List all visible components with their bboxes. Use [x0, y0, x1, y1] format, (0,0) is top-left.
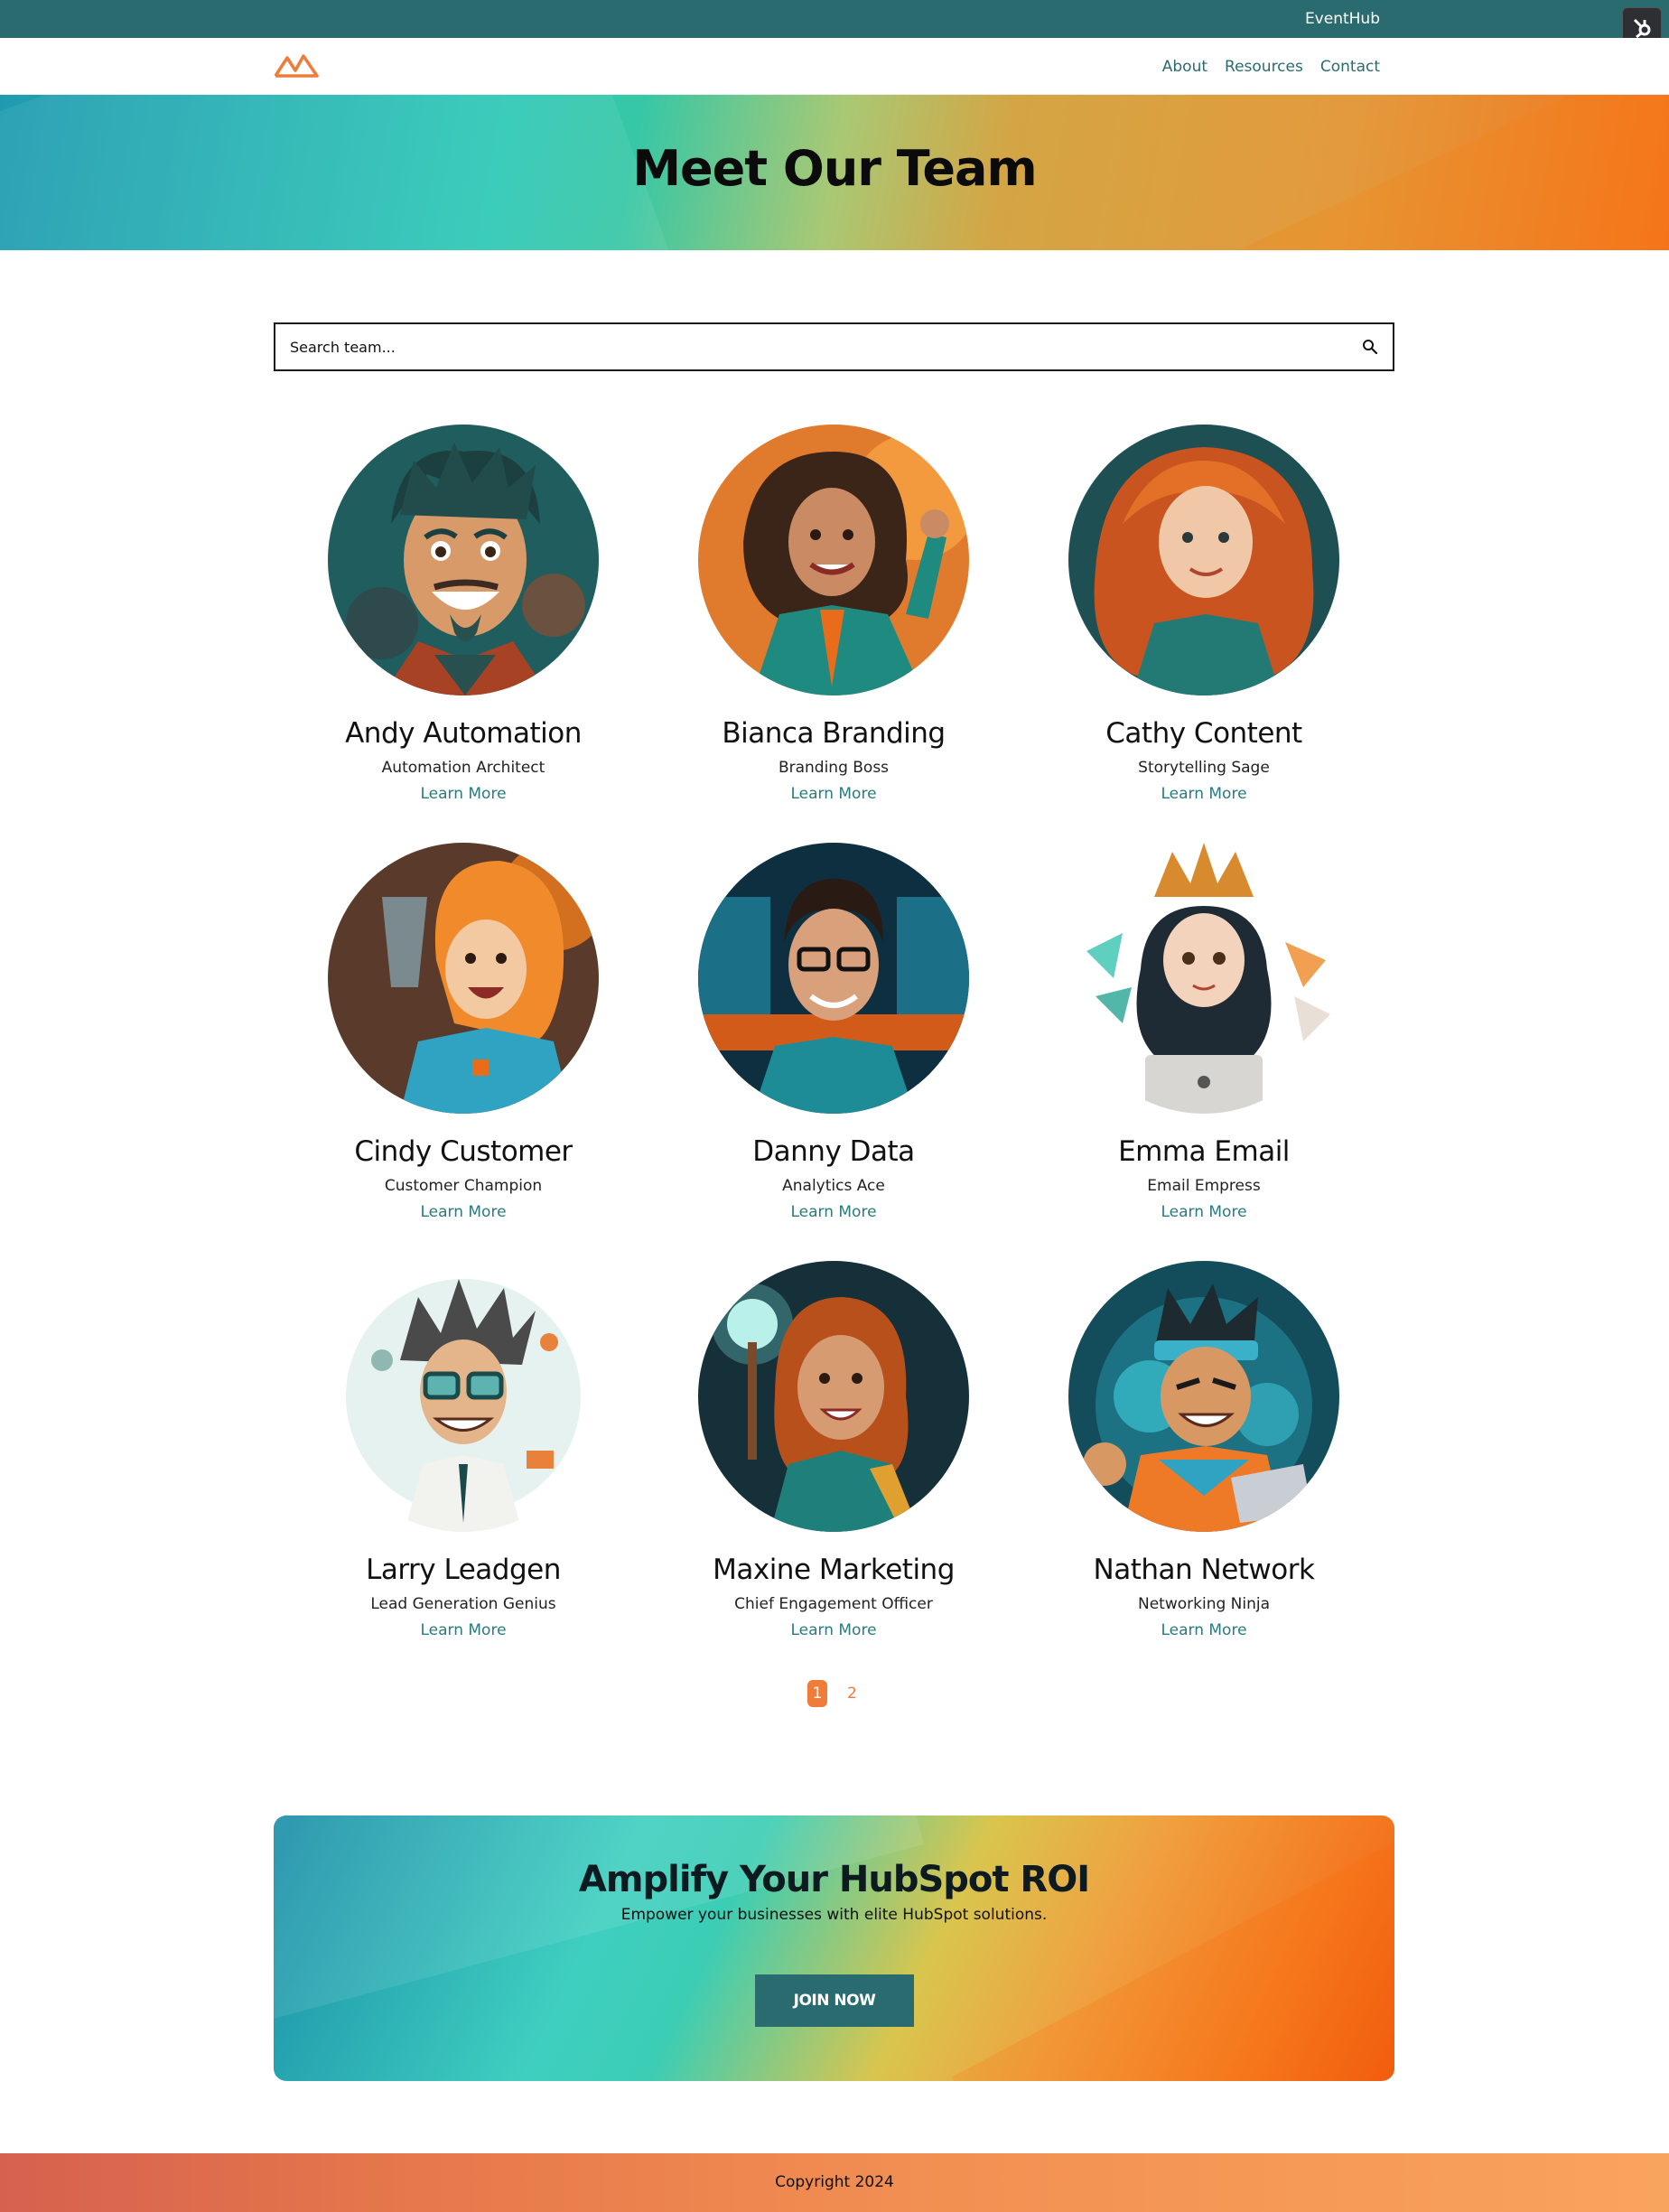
team-card: Cindy Customer Customer Champion Learn M…	[274, 843, 653, 1221]
team-search	[274, 322, 1394, 371]
page-1-button[interactable]: 1	[807, 1680, 828, 1707]
nav-about[interactable]: About	[1162, 58, 1207, 76]
team-card: Larry Leadgen Lead Generation Genius Lea…	[274, 1261, 653, 1639]
search-icon[interactable]	[1358, 335, 1382, 359]
learn-more-link[interactable]: Learn More	[1161, 785, 1246, 803]
member-role: Chief Engagement Officer	[734, 1595, 933, 1613]
page-2-button[interactable]: 2	[842, 1680, 862, 1707]
avatar	[328, 1261, 599, 1532]
member-role: Automation Architect	[381, 759, 545, 777]
search-input[interactable]	[275, 324, 1323, 369]
member-name: Larry Leadgen	[366, 1554, 561, 1586]
member-name: Bianca Branding	[722, 717, 946, 750]
member-role: Email Empress	[1147, 1177, 1261, 1195]
team-card: Cathy Content Storytelling Sage Learn Mo…	[1014, 425, 1394, 803]
avatar	[328, 843, 599, 1114]
member-role: Lead Generation Genius	[370, 1595, 556, 1613]
member-role: Analytics Ace	[782, 1177, 885, 1195]
join-now-button[interactable]: JOIN NOW	[755, 1974, 914, 2027]
member-name: Andy Automation	[345, 717, 582, 750]
eventhub-link[interactable]: EventHub	[1305, 0, 1380, 38]
cta-banner: Amplify Your HubSpot ROI Empower your bu…	[274, 1815, 1394, 2081]
avatar	[1068, 1261, 1339, 1532]
learn-more-link[interactable]: Learn More	[1161, 1621, 1246, 1639]
learn-more-link[interactable]: Learn More	[1161, 1203, 1246, 1221]
nav-contact[interactable]: Contact	[1320, 58, 1380, 76]
learn-more-link[interactable]: Learn More	[790, 1203, 876, 1221]
member-name: Danny Data	[752, 1135, 915, 1168]
team-card: Nathan Network Networking Ninja Learn Mo…	[1014, 1261, 1394, 1639]
avatar	[328, 425, 599, 695]
member-role: Storytelling Sage	[1138, 759, 1270, 777]
member-name: Cathy Content	[1105, 717, 1302, 750]
team-card: Maxine Marketing Chief Engagement Office…	[644, 1261, 1023, 1639]
cta-title: Amplify Your HubSpot ROI	[578, 1859, 1090, 1900]
member-role: Customer Champion	[384, 1177, 543, 1195]
site-header: About Resources Contact	[0, 38, 1669, 95]
nav-resources[interactable]: Resources	[1225, 58, 1303, 76]
member-role: Networking Ninja	[1137, 1595, 1271, 1613]
avatar	[698, 1261, 969, 1532]
learn-more-link[interactable]: Learn More	[420, 1203, 506, 1221]
learn-more-link[interactable]: Learn More	[790, 1621, 876, 1639]
avatar	[1068, 843, 1339, 1114]
member-name: Nathan Network	[1093, 1554, 1315, 1586]
member-name: Maxine Marketing	[713, 1554, 955, 1586]
page-title: Meet Our Team	[632, 140, 1037, 197]
pagination: 1 2	[0, 1680, 1669, 1707]
learn-more-link[interactable]: Learn More	[790, 785, 876, 803]
hero-banner: Meet Our Team	[0, 95, 1669, 250]
avatar	[1068, 425, 1339, 695]
learn-more-link[interactable]: Learn More	[420, 1621, 506, 1639]
top-bar: EventHub	[0, 0, 1669, 38]
team-card: Emma Email Email Empress Learn More	[1014, 843, 1394, 1221]
avatar	[698, 843, 969, 1114]
site-footer: Copyright 2024	[0, 2153, 1669, 2212]
learn-more-link[interactable]: Learn More	[420, 785, 506, 803]
team-card: Andy Automation Automation Architect Lea…	[274, 425, 653, 803]
cta-subtitle: Empower your businesses with elite HubSp…	[620, 1906, 1048, 1924]
member-name: Emma Email	[1118, 1135, 1290, 1168]
copyright-text: Copyright 2024	[775, 2173, 894, 2191]
member-role: Branding Boss	[778, 759, 890, 777]
mountain-logo-icon[interactable]	[274, 49, 319, 81]
team-card: Danny Data Analytics Ace Learn More	[644, 843, 1023, 1221]
main-nav: About Resources Contact	[1162, 38, 1380, 95]
avatar	[698, 425, 969, 695]
team-card: Bianca Branding Branding Boss Learn More	[644, 425, 1023, 803]
member-name: Cindy Customer	[354, 1135, 573, 1168]
